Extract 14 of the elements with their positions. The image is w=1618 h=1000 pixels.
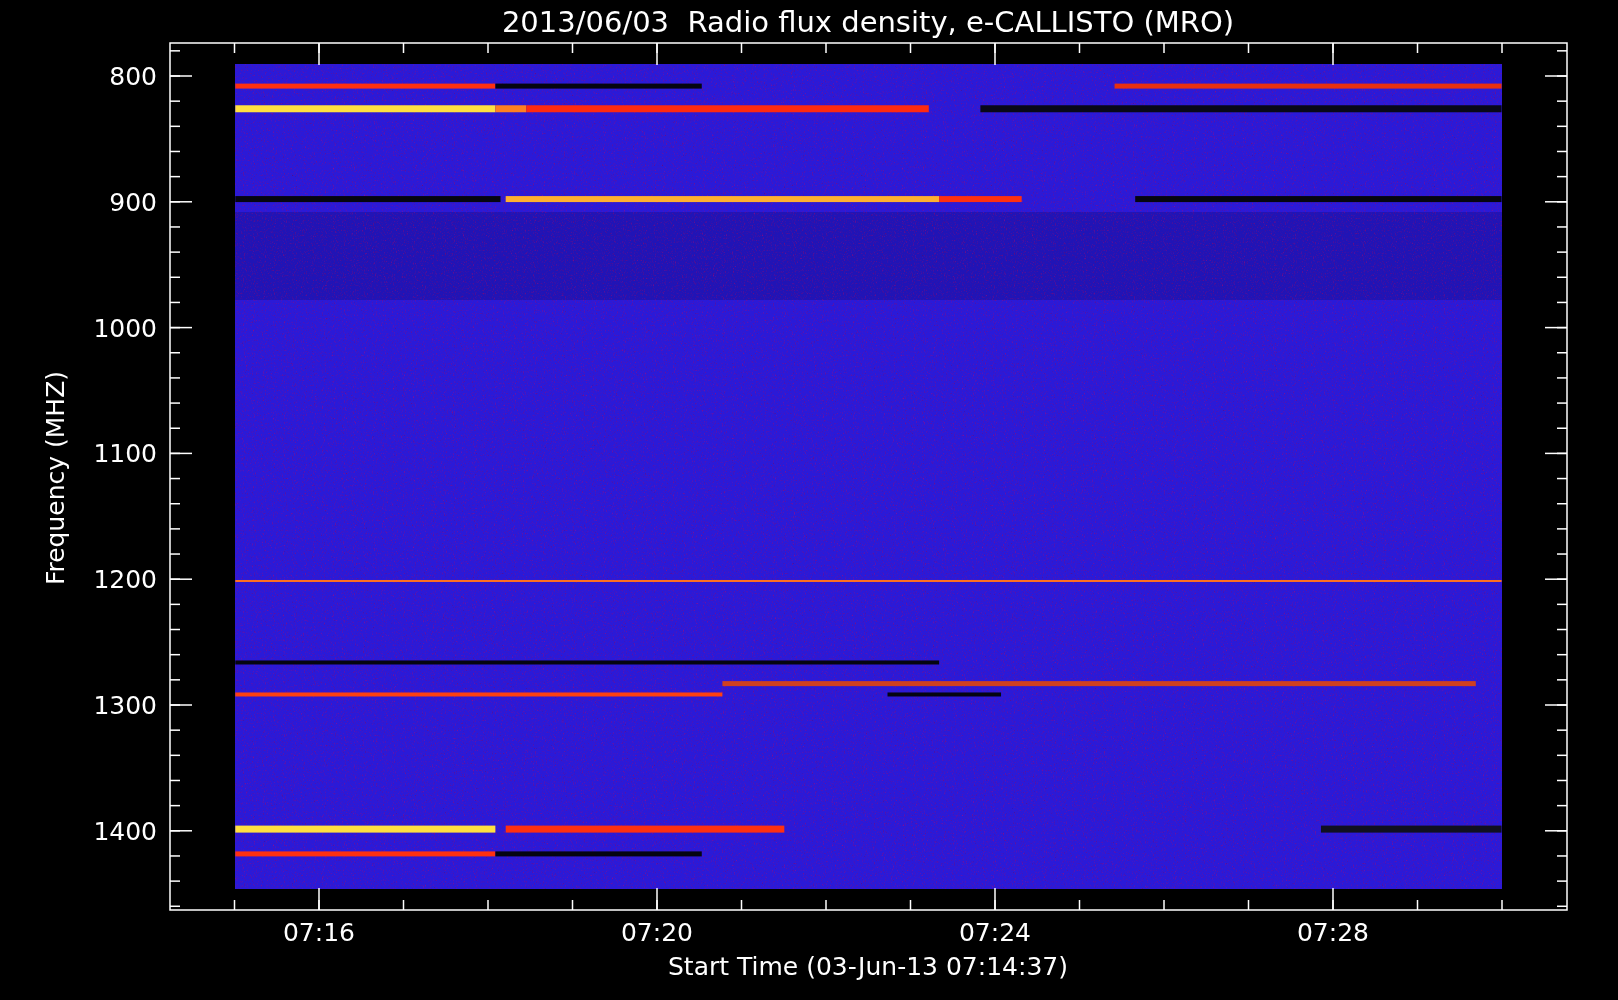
chart-title: 2013/06/03 Radio flux density, e-CALLISTO (MRO)	[501, 5, 1235, 39]
y-tick-label: 1000	[93, 313, 157, 343]
y-axis-title: Frequency (MHZ)	[41, 370, 70, 586]
x-tick-label: 07:24	[959, 918, 1031, 947]
y-tick-label: 900	[109, 187, 157, 217]
y-tick-label: 1100	[93, 439, 157, 469]
x-axis-title: Start Time (03-Jun-13 07:14:37)	[668, 952, 1068, 981]
y-tick-label: 1400	[93, 816, 157, 846]
y-tick-label: 800	[109, 62, 157, 91]
x-tick-label: 07:28	[1297, 918, 1369, 947]
x-tick-label: 07:16	[283, 918, 355, 947]
y-tick-label: 1200	[93, 565, 157, 595]
y-tick-label: 1300	[93, 691, 157, 720]
x-tick-label: 07:20	[621, 918, 693, 947]
